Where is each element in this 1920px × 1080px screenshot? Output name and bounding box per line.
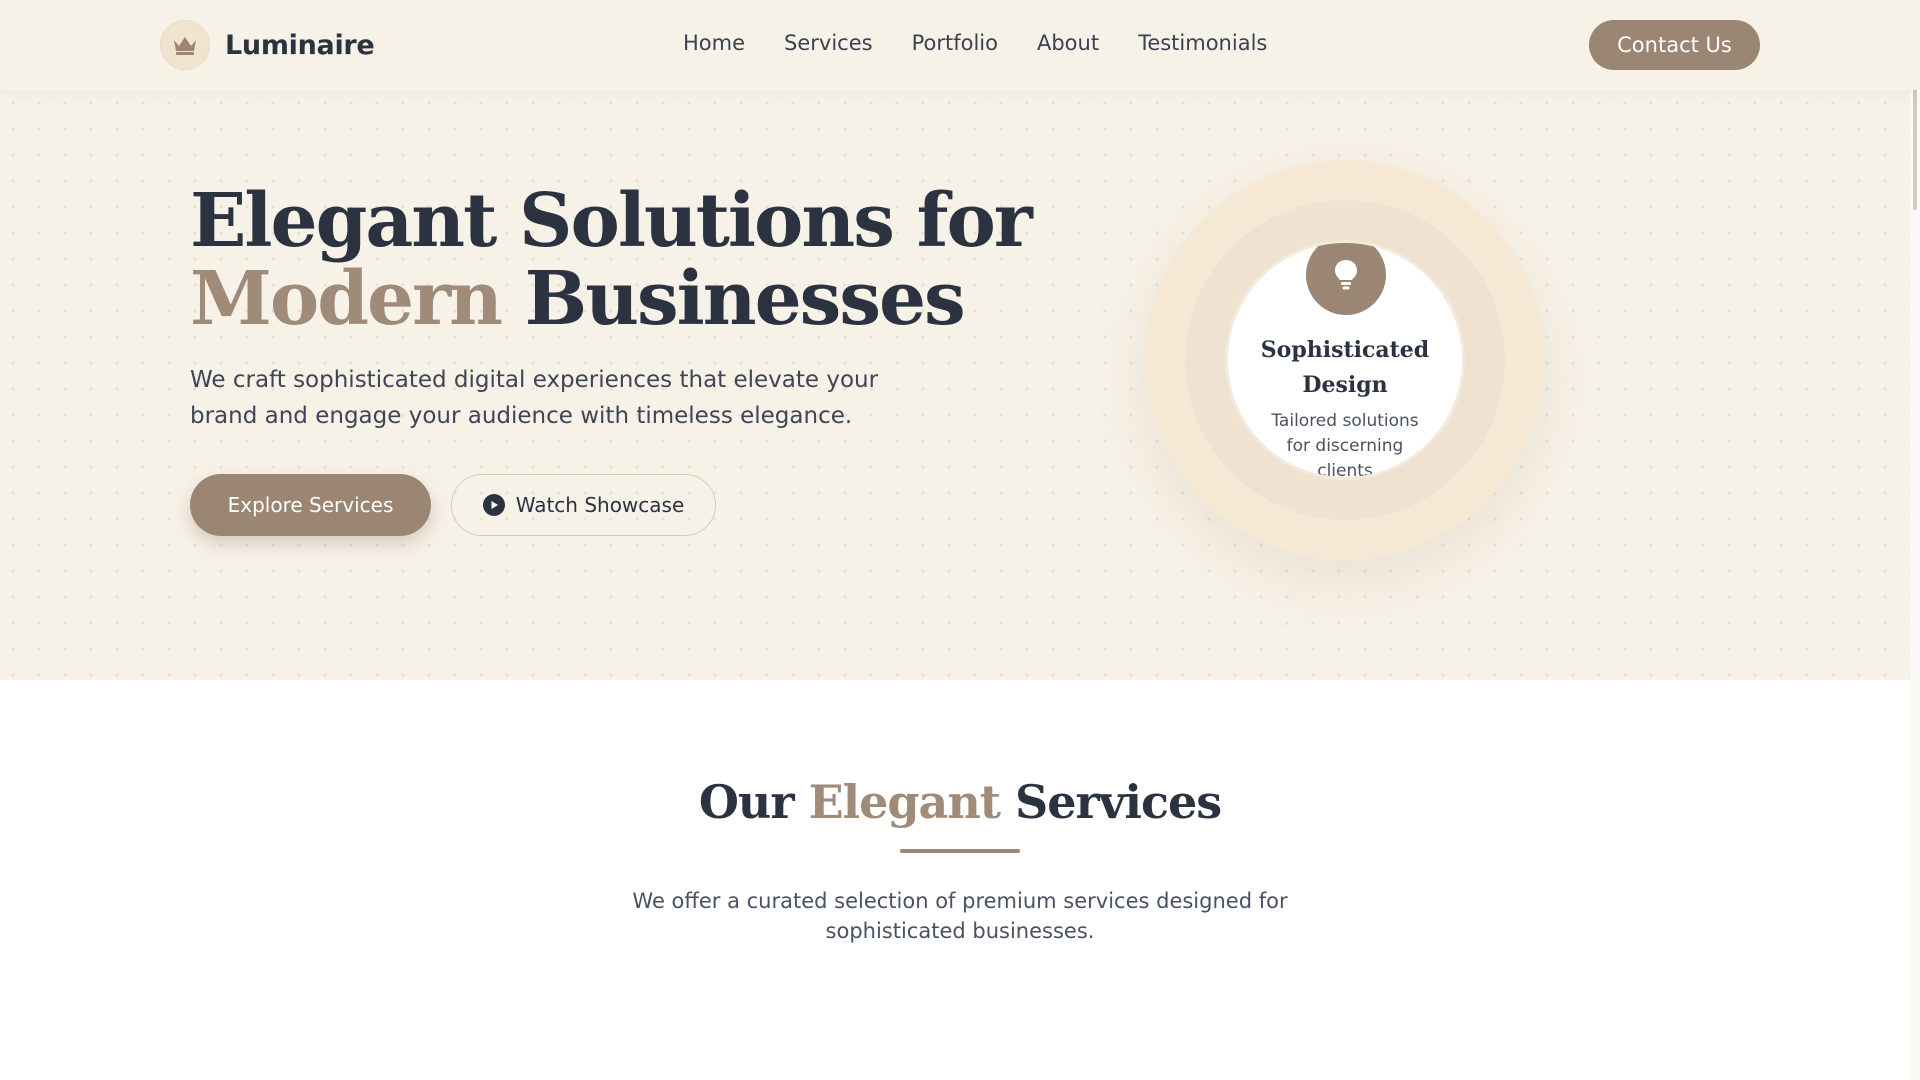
hero-section: Elegant Solutions for Modern Businesses … [0,90,1920,680]
hero-subtitle: We craft sophisticated digital experienc… [190,367,879,429]
lightbulb-icon [1306,243,1386,315]
brand-name: Luminaire [225,29,375,61]
explore-services-button[interactable]: Explore Services [190,474,431,536]
nav-link-portfolio[interactable]: Portfolio [912,31,998,55]
top-navbar: Luminaire Home Services Portfolio About … [0,0,1920,90]
feature-card-text: Tailored solutions for discerning client… [1271,411,1419,480]
feature-card-title: Sophisticated Design [1260,337,1430,398]
watch-showcase-label: Watch Showcase [515,493,685,517]
nav-link-home[interactable]: Home [683,31,745,55]
hero-feature-graphic: Sophisticated Design Tailored solutions … [1145,160,1545,560]
nav-link-testimonials[interactable]: Testimonials [1138,31,1267,55]
services-title-pre: Our [698,775,809,829]
hero-title-accent: Modern [190,256,503,342]
hero-title-rest: Businesses [500,256,966,342]
services-title-post: Services [1000,775,1222,829]
hero-title: Elegant Solutions for Modern Businesses [190,182,1033,338]
feature-card: Sophisticated Design Tailored solutions … [1225,240,1465,480]
nav-link-about[interactable]: About [1037,31,1099,55]
play-icon [482,494,505,516]
hero-title-line1: Elegant Solutions for [190,178,1033,264]
services-title-underline [900,849,1020,853]
brand[interactable]: Luminaire [160,20,375,70]
watch-showcase-button[interactable]: Watch Showcase [451,474,716,536]
nav-link-services[interactable]: Services [784,31,873,55]
crown-icon [160,20,210,70]
services-subtitle: We offer a curated selection of premium … [632,889,1288,943]
nav-links: Home Services Portfolio About Testimonia… [683,31,1267,55]
contact-us-button[interactable]: Contact Us [1589,20,1760,70]
hero-ring-middle: Sophisticated Design Tailored solutions … [1185,200,1505,520]
services-title: Our Elegant Services [0,775,1920,829]
services-title-accent: Elegant [808,775,1001,829]
